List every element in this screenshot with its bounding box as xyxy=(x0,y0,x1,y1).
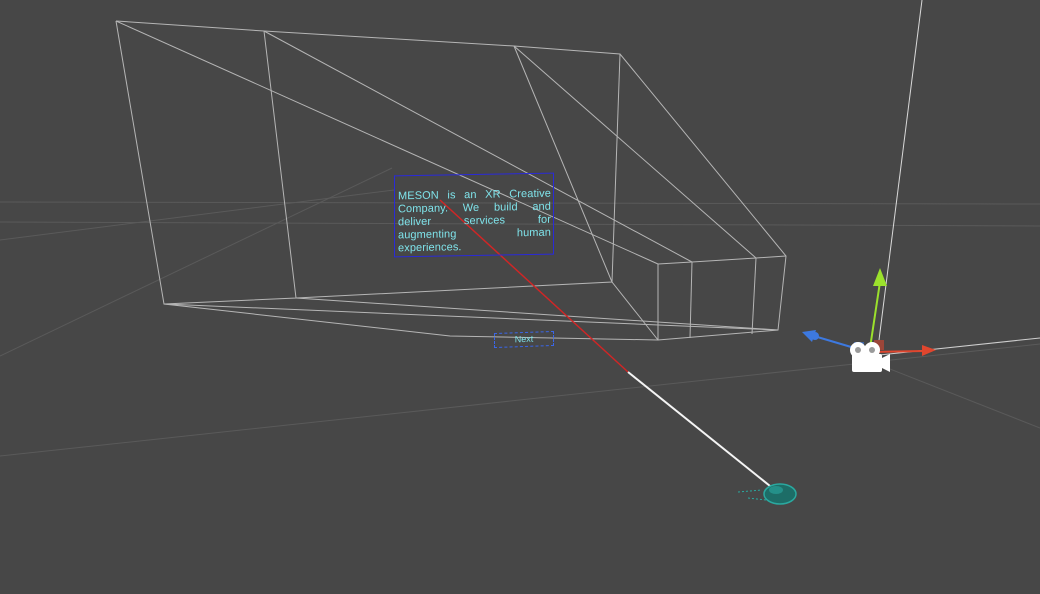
frustum-edge xyxy=(657,255,787,265)
y-axis-handle[interactable] xyxy=(869,281,881,349)
frustum-edge xyxy=(115,20,659,265)
y-axis-arrow-icon[interactable] xyxy=(873,268,887,286)
info-text-panel[interactable]: MESON is an XR Creative Company. We buil… xyxy=(394,172,554,258)
next-button[interactable]: Next xyxy=(494,330,554,349)
scene-canvas xyxy=(0,0,1040,505)
pointer-ray-white xyxy=(627,371,771,487)
world-up-line xyxy=(878,0,923,341)
z-axis-knob[interactable] xyxy=(811,332,819,340)
grid-line xyxy=(0,189,395,241)
frustum-edge xyxy=(751,257,757,335)
scene-viewport[interactable]: MESON is an XR Creative Company. We buil… xyxy=(0,0,1040,594)
frustum-edge xyxy=(295,297,779,331)
info-text-body: MESON is an XR Creative Company. We buil… xyxy=(398,187,551,255)
frustum-edge xyxy=(611,281,659,341)
x-axis-arrow-icon[interactable] xyxy=(922,345,936,356)
reticle-icon[interactable] xyxy=(737,483,797,505)
grid-line xyxy=(0,167,393,357)
frustum-edge xyxy=(611,53,621,283)
frustum-edge xyxy=(163,303,779,331)
